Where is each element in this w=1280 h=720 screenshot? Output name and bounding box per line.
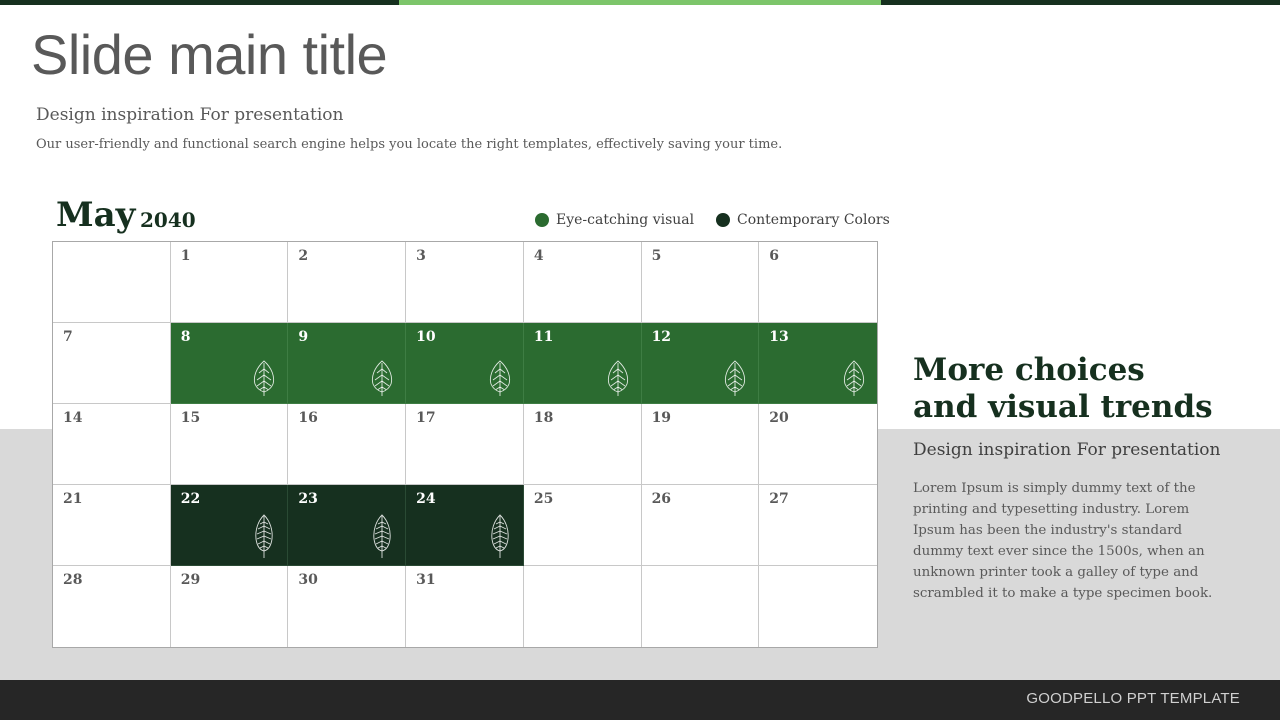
legend-item-eye-catching: Eye-catching visual: [535, 212, 694, 228]
leaf-icon: [722, 359, 748, 397]
calendar-day-cell: 12: [641, 323, 760, 404]
calendar-day-cell: 16: [288, 404, 407, 485]
calendar-day-number: 31: [416, 572, 436, 588]
calendar-day-cell: 17: [406, 404, 524, 485]
calendar-day-number: 6: [769, 248, 780, 264]
calendar-day-cell: 29: [171, 566, 289, 647]
calendar-year: 2040: [140, 208, 196, 232]
side-body-text: Lorem Ipsum is simply dummy text of the …: [913, 481, 1213, 601]
feather-leaf-icon: [487, 513, 513, 559]
calendar-day-number: 13: [769, 329, 789, 345]
calendar-day-cell: 18: [523, 404, 642, 485]
side-subheading: Design inspiration For presentation: [913, 440, 1221, 460]
calendar-day-number: 12: [651, 329, 672, 345]
calendar-day-number: 21: [63, 491, 83, 507]
calendar-day-number: 17: [416, 410, 436, 426]
calendar-day-number: 4: [533, 248, 544, 264]
calendar-day-cell: [759, 566, 877, 647]
legend-label: Eye-catching visual: [556, 212, 695, 228]
calendar-day-number: 8: [180, 329, 191, 345]
calendar-day-number: 18: [533, 410, 554, 426]
calendar-day-number: 30: [298, 572, 318, 588]
calendar-day-cell: 22: [170, 485, 289, 566]
calendar-day-cell: 11: [523, 323, 642, 404]
calendar-day-number: 29: [180, 572, 201, 588]
calendar-day-cell: 26: [641, 485, 760, 566]
feather-leaf-icon: [369, 513, 395, 559]
top-accent-bar-right: [881, 0, 1280, 5]
calendar-day-cell: 14: [53, 404, 171, 485]
calendar-day-cell: [53, 242, 171, 323]
slide-subtitle: Design inspiration For presentation: [36, 105, 344, 125]
calendar-day-number: 11: [533, 329, 554, 345]
calendar-day-cell: [642, 566, 760, 647]
calendar-day-cell: 21: [53, 485, 171, 566]
calendar-day-number: 22: [180, 491, 201, 507]
calendar-day-number: 7: [63, 329, 73, 345]
calendar-day-cell: 5: [641, 242, 760, 323]
legend-dot-icon: [716, 213, 730, 227]
calendar-day-cell: 23: [288, 485, 407, 566]
calendar-day-cell: 1: [170, 242, 289, 323]
leaf-icon: [487, 359, 513, 397]
calendar-month: May: [56, 195, 136, 235]
calendar-day-cell: [524, 566, 642, 647]
calendar-day-number: 2: [298, 248, 309, 264]
calendar-day-number: 16: [298, 410, 318, 426]
calendar-day-number: 26: [651, 491, 672, 507]
calendar-day-cell: 15: [170, 404, 289, 485]
calendar-day-number: 14: [63, 410, 83, 426]
calendar-day-cell: 9: [288, 323, 407, 404]
calendar-day-cell: 30: [288, 566, 407, 647]
calendar-day-cell: 2: [288, 242, 407, 323]
side-heading-line2: and visual trends: [913, 389, 1213, 425]
calendar-day-cell: 13: [759, 323, 877, 404]
calendar-day-number: 24: [416, 491, 436, 507]
calendar-day-number: 1: [180, 248, 191, 264]
legend-item-contemporary: Contemporary Colors: [716, 212, 890, 228]
slide-description: Our user-friendly and functional search …: [36, 137, 783, 152]
calendar-day-number: 10: [416, 329, 436, 345]
calendar-day-cell: 6: [759, 242, 877, 323]
calendar-day-cell: 31: [406, 566, 524, 647]
calendar-day-number: 20: [769, 410, 789, 426]
calendar-day-cell: 27: [759, 485, 877, 566]
calendar-grid: 1 2 3 4 5 6 7 8 9 10 11 12 13 14 15 16 17 18 19 20 21 22 23 24 2…: [52, 241, 878, 648]
side-heading: More choices and visual trends: [913, 352, 1213, 426]
calendar-day-number: 15: [180, 410, 201, 426]
calendar-day-cell: 4: [523, 242, 642, 323]
footer-text: GOODPELLO PPT TEMPLATE: [1026, 690, 1240, 707]
calendar-day-cell: 3: [406, 242, 524, 323]
side-heading-line1: More choices: [913, 352, 1145, 388]
calendar-day-number: 9: [298, 329, 309, 345]
leaf-icon: [369, 359, 395, 397]
calendar-day-number: 25: [533, 491, 554, 507]
calendar-day-cell: 25: [523, 485, 642, 566]
top-accent-bar-left: [0, 0, 399, 5]
calendar-day-cell: 20: [759, 404, 877, 485]
feather-leaf-icon: [251, 513, 277, 559]
calendar-day-cell: 10: [406, 323, 524, 404]
calendar-day-number: 28: [63, 572, 83, 588]
calendar-day-number: 23: [298, 491, 318, 507]
leaf-icon: [841, 359, 867, 397]
calendar-day-cell: 8: [170, 323, 289, 404]
calendar-day-number: 19: [651, 410, 672, 426]
top-accent-bar-center: [399, 0, 881, 5]
leaf-icon: [251, 359, 277, 397]
calendar-day-number: 5: [651, 248, 662, 264]
calendar-day-cell: 19: [641, 404, 760, 485]
calendar-day-cell: 7: [53, 323, 171, 404]
leaf-icon: [605, 359, 631, 397]
calendar-day-cell: 24: [406, 485, 524, 566]
legend-label: Contemporary Colors: [737, 212, 890, 228]
calendar-day-number: 27: [769, 491, 789, 507]
calendar-day-cell: 28: [53, 566, 171, 647]
legend-dot-icon: [535, 213, 549, 227]
slide-title: Slide main title: [31, 23, 388, 86]
calendar-day-number: 3: [416, 248, 426, 264]
